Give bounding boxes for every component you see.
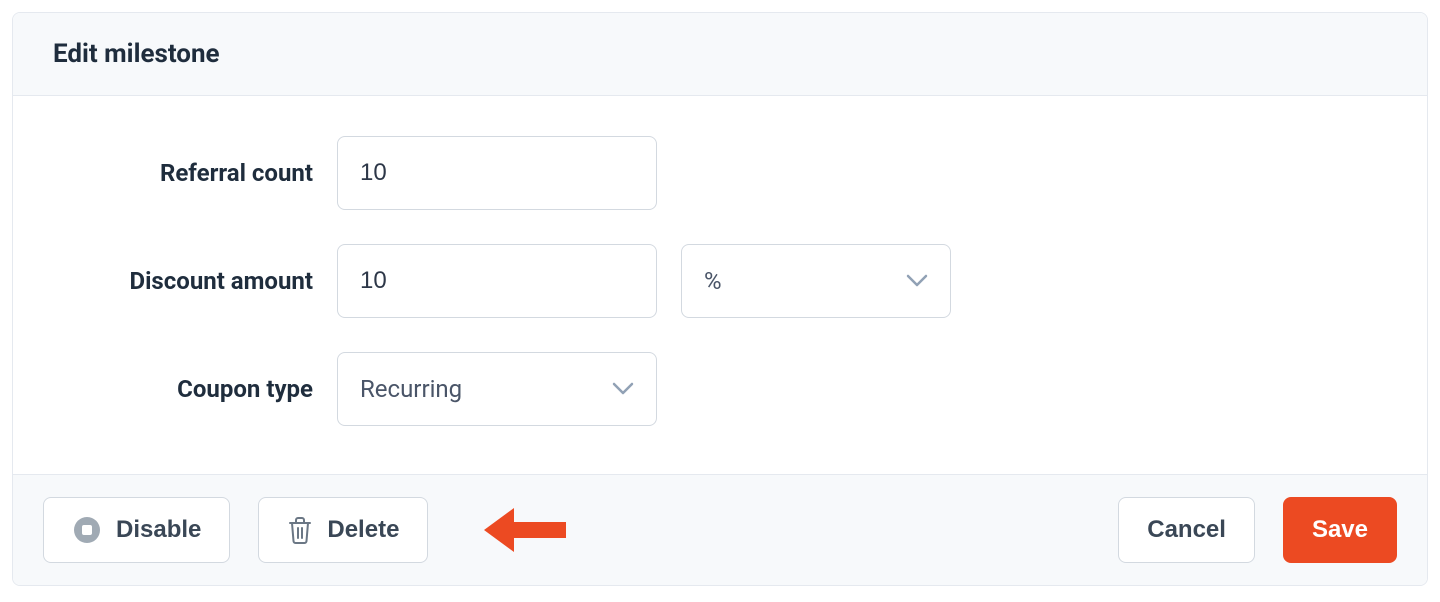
discount-unit-select[interactable]: % <box>681 244 951 318</box>
save-label: Save <box>1312 516 1368 544</box>
panel-footer: Disable Delete <box>13 474 1427 585</box>
referral-count-row: Referral count <box>53 136 1387 210</box>
page-title: Edit milestone <box>53 39 1387 69</box>
panel-header: Edit milestone <box>13 13 1427 96</box>
delete-button[interactable]: Delete <box>258 497 428 563</box>
coupon-type-label: Coupon type <box>53 375 313 403</box>
referral-count-input[interactable] <box>337 136 657 210</box>
save-button[interactable]: Save <box>1283 497 1397 563</box>
cancel-button[interactable]: Cancel <box>1118 497 1255 563</box>
discount-amount-row: Discount amount % <box>53 244 1387 318</box>
cancel-label: Cancel <box>1147 516 1226 544</box>
chevron-down-icon <box>906 274 928 288</box>
discount-unit-value: % <box>704 267 722 295</box>
coupon-type-value: Recurring <box>360 375 462 403</box>
delete-label: Delete <box>327 516 399 544</box>
edit-milestone-panel: Edit milestone Referral count Discount a… <box>12 12 1428 586</box>
disable-label: Disable <box>116 516 201 544</box>
footer-left: Disable Delete <box>43 497 566 563</box>
panel-body: Referral count Discount amount % Coupon … <box>13 96 1427 474</box>
coupon-type-row: Coupon type Recurring <box>53 352 1387 426</box>
disable-button[interactable]: Disable <box>43 497 230 563</box>
coupon-type-select[interactable]: Recurring <box>337 352 657 426</box>
discount-amount-input[interactable] <box>337 244 657 318</box>
footer-right: Cancel Save <box>1118 497 1397 563</box>
trash-icon <box>287 516 313 544</box>
chevron-down-icon <box>612 382 634 396</box>
arrow-left-icon <box>476 502 566 558</box>
discount-amount-label: Discount amount <box>53 267 313 295</box>
referral-count-label: Referral count <box>53 159 313 187</box>
stop-icon <box>72 515 102 545</box>
